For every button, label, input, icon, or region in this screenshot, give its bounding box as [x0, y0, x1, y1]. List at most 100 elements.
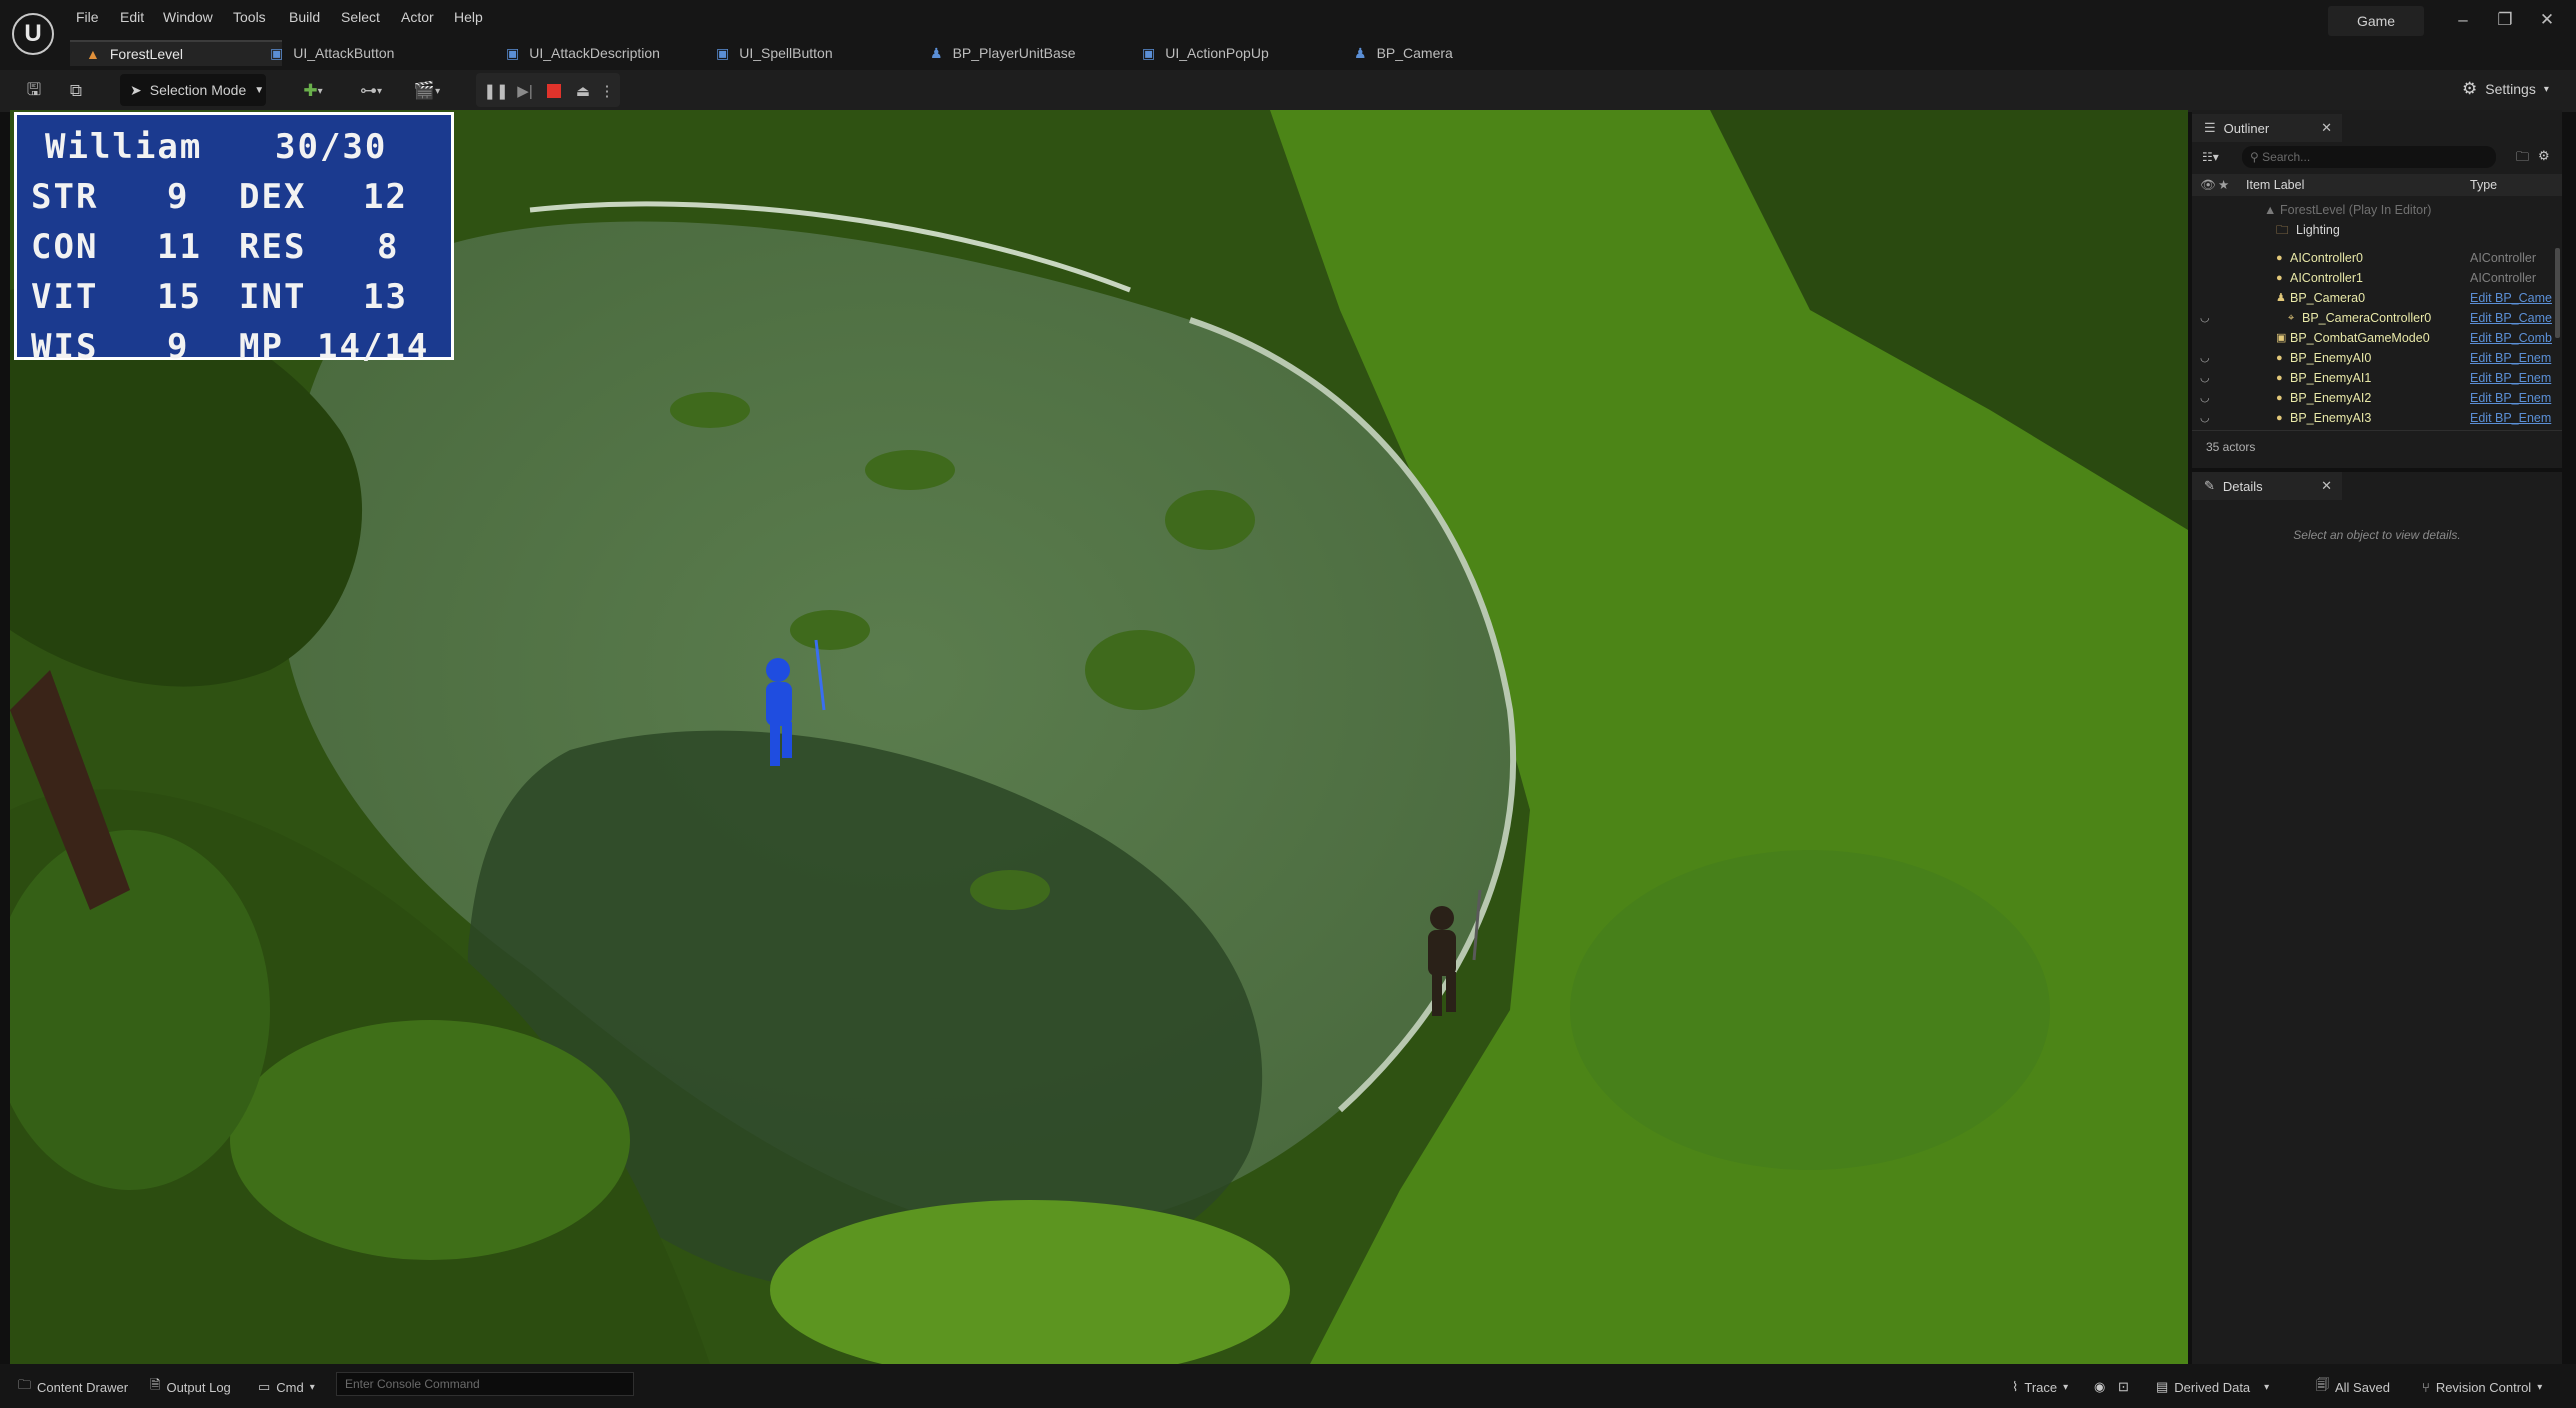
outliner-row[interactable]: ◡ ● BP_EnemyAI0 Edit BP_Enem [2192, 348, 2562, 368]
outliner-row[interactable]: ● AIController0 AIController [2192, 248, 2562, 268]
more-options-icon[interactable]: ⋮ [598, 76, 616, 106]
trace-dropdown[interactable]: ⌇ Trace ▾ [2012, 1374, 2068, 1400]
tab-ui-actionpopup[interactable]: ▣ UI_ActionPopUp [1126, 40, 1326, 66]
tree-root[interactable]: ▲ ForestLevel (Play In Editor) [2192, 200, 2562, 220]
chevron-down-icon: ▼ [254, 84, 265, 96]
menu-help[interactable]: Help [454, 9, 483, 25]
pause-icon[interactable]: ❚❚ [483, 76, 508, 106]
stat-value: 8 [377, 227, 400, 267]
outliner-row[interactable]: ◡ ⌖ BP_CameraController0 Edit BP_Came [2192, 308, 2562, 328]
selection-mode-dropdown[interactable]: ➤ Selection Mode ▼ [120, 74, 266, 106]
tab-ui-attackbutton[interactable]: ▣ UI_AttackButton [254, 40, 454, 66]
folder-icon: 🗀 [2276, 223, 2289, 237]
step-icon[interactable]: ▶| [512, 76, 538, 106]
record-icon[interactable]: ◉ [2094, 1374, 2105, 1400]
mode-label[interactable]: Game [2328, 6, 2424, 36]
stat-value: 9 [167, 177, 190, 217]
derived-data-button[interactable]: ▤ Derived Data ▾ [2156, 1374, 2269, 1400]
search-icon: ⚲ [2250, 150, 2259, 164]
revision-control-button[interactable]: ⑂ Revision Control ▾ [2422, 1374, 2542, 1400]
gear-icon[interactable]: ⚙ [2538, 148, 2550, 164]
actor-type[interactable]: Edit BP_Came [2470, 308, 2552, 328]
actor-type[interactable]: Edit BP_Came [2470, 288, 2552, 308]
outliner-row[interactable]: ♟ BP_Camera0 Edit BP_Came [2192, 288, 2562, 308]
visibility-icon[interactable]: ◡ [2200, 408, 2210, 428]
cinematics-icon[interactable]: 🎬 ▾ [406, 76, 448, 106]
star-icon[interactable]: ★ [2218, 174, 2229, 196]
tree-folder[interactable]: 🗀 Lighting [2192, 220, 2562, 240]
chevron-down-icon: ▾ [2537, 1381, 2543, 1393]
stat-label: DEX [239, 177, 307, 217]
level-icon: ▲ [2264, 203, 2277, 217]
menu-select[interactable]: Select [341, 9, 380, 25]
tab-outliner[interactable]: ☰ Outliner ✕ [2192, 114, 2342, 142]
menu-actor[interactable]: Actor [401, 9, 434, 25]
add-actor-icon[interactable]: ✚ ▾ [292, 76, 334, 106]
close-icon[interactable]: ✕ [2532, 10, 2562, 30]
cursor-icon: ➤ [130, 81, 142, 98]
col-type[interactable]: Type [2470, 174, 2497, 196]
outliner-row[interactable]: ◡ ● BP_EnemyAI3 Edit BP_Enem [2192, 408, 2562, 428]
actor-label: BP_EnemyAI0 [2290, 351, 2372, 365]
actor-type[interactable]: Edit BP_Enem [2470, 408, 2551, 428]
widget-icon: ▣ [1142, 44, 1156, 61]
output-log-icon: 🗎 [150, 1377, 161, 1392]
tab-ui-spellbutton[interactable]: ▣ UI_SpellButton [700, 40, 900, 66]
actor-type[interactable]: Edit BP_Comb [2470, 328, 2552, 348]
close-icon[interactable]: ✕ [2321, 478, 2332, 494]
menu-build[interactable]: Build [289, 9, 320, 25]
root-label: ForestLevel (Play In Editor) [2280, 203, 2432, 217]
add-folder-icon[interactable]: 🗀 [2516, 148, 2529, 170]
visibility-icon[interactable]: ◡ [2200, 348, 2210, 368]
menu-edit[interactable]: Edit [120, 9, 144, 25]
tab-bp-camera[interactable]: ♟ BP_Camera [1338, 40, 1518, 66]
tab-label: UI_AttackDescription [529, 45, 660, 61]
close-icon[interactable]: ✕ [2321, 120, 2332, 136]
stat-value: 12 [363, 177, 408, 217]
actor-type[interactable]: Edit BP_Enem [2470, 388, 2551, 408]
console-input[interactable]: Enter Console Command [336, 1372, 634, 1396]
filter-icon[interactable]: ☷▾ [2202, 150, 2219, 164]
content-drawer-button[interactable]: 🗀 Content Drawer [18, 1374, 128, 1400]
actor-type[interactable]: Edit BP_Enem [2470, 348, 2551, 368]
browse-icon[interactable]: ⧉ [62, 76, 90, 106]
outliner-row[interactable]: ◡ ● BP_EnemyAI2 Edit BP_Enem [2192, 388, 2562, 408]
outliner-row[interactable]: ● AIController1 AIController [2192, 268, 2562, 288]
scrollbar[interactable] [2555, 248, 2560, 338]
tab-details[interactable]: ✎ Details ✕ [2192, 472, 2342, 500]
tab-ui-attackdescription[interactable]: ▣ UI_AttackDescription [490, 40, 700, 66]
tab-bp-playerunitbase[interactable]: ♟ BP_PlayerUnitBase [914, 40, 1124, 66]
tab-forestlevel[interactable]: ▲ ForestLevel [70, 40, 282, 66]
visibility-icon[interactable]: 👁 [2200, 174, 2216, 196]
blueprint-icon[interactable]: ⊶ ▾ [350, 76, 392, 106]
visibility-icon[interactable]: ◡ [2200, 368, 2210, 388]
actor-type[interactable]: Edit BP_Enem [2470, 368, 2551, 388]
camera-icon[interactable]: ⊡ [2118, 1374, 2129, 1400]
folder-label: Lighting [2296, 223, 2340, 237]
cmd-dropdown[interactable]: ▭ Cmd ▾ [258, 1374, 315, 1400]
pawn-icon: ♟ [1354, 44, 1367, 61]
outliner-row[interactable]: ◡ ● BP_EnemyAI1 Edit BP_Enem [2192, 368, 2562, 388]
save-status-icon: 🗐 [2316, 1377, 2329, 1392]
chevron-down-icon: ▾ [2543, 83, 2549, 95]
col-item-label[interactable]: Item Label [2246, 174, 2304, 196]
maximize-icon[interactable]: ❐ [2490, 10, 2520, 30]
output-log-button[interactable]: 🗎 Output Log [150, 1374, 231, 1400]
stop-button[interactable] [542, 76, 566, 106]
menu-window[interactable]: Window [163, 9, 213, 25]
all-saved-button[interactable]: 🗐 All Saved [2316, 1374, 2390, 1400]
minimize-icon[interactable]: – [2448, 10, 2478, 30]
unreal-logo-icon[interactable]: U [12, 13, 54, 55]
menu-tools[interactable]: Tools [233, 9, 266, 25]
chevron-down-icon: ▾ [309, 1381, 315, 1393]
outliner-row[interactable]: ▣ BP_CombatGameMode0 Edit BP_Comb [2192, 328, 2562, 348]
visibility-icon[interactable]: ◡ [2200, 388, 2210, 408]
terminal-icon: ▭ [258, 1379, 271, 1394]
eject-icon[interactable]: ⏏ [570, 76, 596, 106]
settings-button[interactable]: ⚙ Settings ▾ [2462, 73, 2558, 105]
save-icon[interactable]: 🖫 [20, 76, 48, 106]
outliner-search-input[interactable]: ⚲ Search... [2242, 146, 2496, 168]
tab-label: BP_PlayerUnitBase [952, 45, 1076, 61]
visibility-icon[interactable]: ◡ [2200, 308, 2210, 328]
menu-file[interactable]: File [76, 9, 99, 25]
